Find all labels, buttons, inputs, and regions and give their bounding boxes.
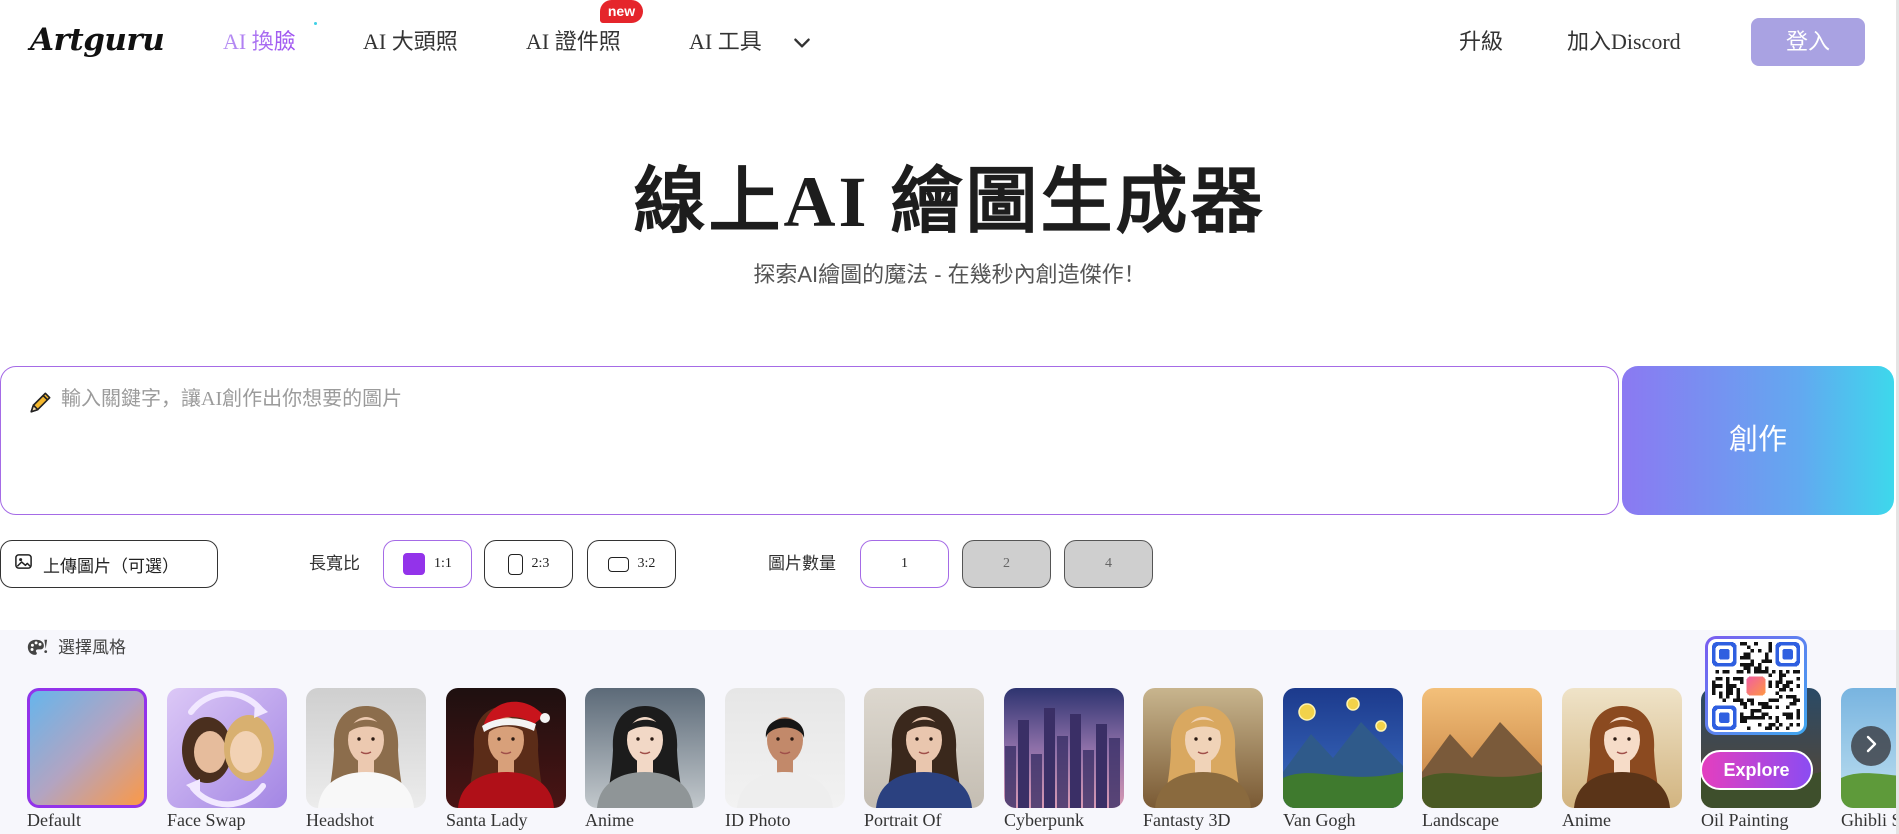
sparkle-icon [314, 22, 317, 25]
style-tile-headshot[interactable]: Headshot [306, 688, 426, 832]
style-label: Landscape [1422, 810, 1499, 830]
portrait-ratio-icon [507, 553, 523, 575]
nav-item-ai-face-swap[interactable]: AI 換臉 [223, 27, 296, 57]
style-tile-default[interactable]: Default [27, 688, 147, 832]
qr-code [1705, 636, 1807, 735]
upload-image-label: 上傳圖片（可選） [43, 556, 179, 576]
image-count-label: 圖片數量 [768, 554, 836, 573]
style-label: Headshot [306, 810, 374, 830]
style-label: Santa Lady [446, 810, 528, 830]
page-subtitle: 探索AI繪圖的魔法 - 在幾秒內創造傑作！ [753, 262, 1146, 287]
style-tile-portrait-of[interactable]: Portrait Of [864, 688, 984, 832]
style-thumbnail [27, 688, 147, 808]
style-label: Default [27, 810, 81, 830]
ratio-label: 3:2 [637, 556, 656, 571]
style-label: Anime [585, 810, 634, 830]
login-button[interactable]: 登入 [1751, 18, 1865, 66]
style-thumbnail [1143, 688, 1263, 808]
image-count-1-button[interactable]: 1 [860, 540, 949, 588]
style-tile-anime[interactable]: Anime [585, 688, 705, 832]
style-thumbnail [1283, 688, 1403, 808]
ratio-2-3-button[interactable]: 2:3 [484, 540, 573, 588]
style-thumbnail [167, 688, 287, 808]
upload-image-button[interactable]: 上傳圖片（可選） [0, 540, 218, 588]
style-label: Face Swap [167, 810, 246, 830]
landscape-ratio-icon [607, 556, 629, 572]
style-label: Anime [1562, 810, 1611, 830]
style-thumbnail [725, 688, 845, 808]
nav-item-ai-id-photo[interactable]: AI 證件照 [526, 27, 621, 57]
style-label: ID Photo [725, 810, 791, 830]
page-title: 線上AI 繪圖生成器 [633, 162, 1266, 242]
carousel-next-button[interactable] [1851, 726, 1891, 766]
new-badge: new [600, 0, 643, 23]
chevron-down-icon[interactable] [791, 32, 813, 54]
style-thumbnail [306, 688, 426, 808]
image-count-2-button[interactable]: 2 [962, 540, 1051, 588]
style-tile-santa-lady[interactable]: Santa Lady [446, 688, 566, 832]
join-discord-link[interactable]: 加入Discord [1567, 27, 1681, 57]
style-label: Portrait Of [864, 810, 942, 830]
style-thumbnail [446, 688, 566, 808]
choose-style-heading: 選擇風格 [58, 638, 126, 657]
ratio-3-2-button[interactable]: 3:2 [587, 540, 676, 588]
style-label: Ghibli S [1841, 810, 1896, 830]
image-count-4-button[interactable]: 4 [1064, 540, 1153, 588]
page: Artguru AI 換臉 AI 大頭照 AI 證件照 new AI 工具 升級… [0, 0, 1899, 834]
create-button[interactable]: 創作 [1622, 366, 1894, 515]
pencil-icon [28, 389, 54, 415]
upgrade-link[interactable]: 升級 [1459, 27, 1503, 57]
style-tile-landscape[interactable]: Landscape [1422, 688, 1542, 832]
chevron-right-icon [1861, 734, 1881, 759]
style-tile-van-gogh[interactable]: Van Gogh [1283, 688, 1403, 832]
ratio-1-1-button[interactable]: 1:1 [383, 540, 472, 588]
style-tile-cyberpunk[interactable]: Cyberpunk [1004, 688, 1124, 832]
ratio-label: 1:1 [434, 556, 452, 571]
ratio-label: 2:3 [531, 556, 550, 571]
aspect-ratio-label: 長寬比 [309, 554, 360, 573]
style-thumbnail [1004, 688, 1124, 808]
style-label: Fantasty 3D [1143, 810, 1231, 830]
palette-icon [26, 637, 48, 659]
style-tile-fantasty-3d[interactable]: Fantasty 3D [1143, 688, 1263, 832]
style-tile-anime-2[interactable]: Anime [1562, 688, 1682, 832]
logo[interactable]: Artguru [30, 20, 165, 60]
style-thumbnail [1422, 688, 1542, 808]
style-thumbnail [864, 688, 984, 808]
image-icon [14, 552, 33, 576]
style-label: Van Gogh [1283, 810, 1356, 830]
style-tile-id-photo[interactable]: ID Photo [725, 688, 845, 832]
square-ratio-icon [403, 553, 426, 575]
nav-item-ai-tools[interactable]: AI 工具 [689, 27, 762, 57]
style-label: Oil Painting [1701, 810, 1789, 830]
style-label: Cyberpunk [1004, 810, 1084, 830]
style-thumbnail [1562, 688, 1682, 808]
style-thumbnail [585, 688, 705, 808]
style-tile-face-swap[interactable]: Face Swap [167, 688, 287, 832]
nav-item-ai-headshot[interactable]: AI 大頭照 [363, 27, 458, 57]
explore-button[interactable]: Explore [1700, 750, 1813, 790]
prompt-input[interactable] [61, 386, 1601, 504]
